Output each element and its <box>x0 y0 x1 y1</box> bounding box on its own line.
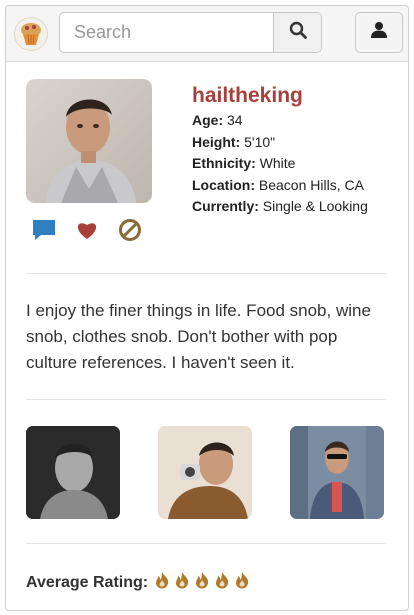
detail-label: Ethnicity: <box>192 155 256 171</box>
detail-value: Single & Looking <box>262 198 368 214</box>
profile-bio: I enjoy the finer things in life. Food s… <box>26 301 371 372</box>
search-button[interactable] <box>273 13 321 52</box>
heart-icon[interactable] <box>76 220 98 245</box>
rating-label: Average Rating: <box>26 573 149 591</box>
flame-icon <box>214 571 230 594</box>
gallery-photo[interactable] <box>158 426 252 519</box>
search-input[interactable] <box>60 13 276 52</box>
detail-height: Height: 5'10" <box>192 132 368 154</box>
profile-actions <box>32 218 142 247</box>
detail-age: Age: 34 <box>192 110 368 132</box>
average-rating: Average Rating: <box>26 571 250 594</box>
profile-details: Age: 34 Height: 5'10" Ethnicity: White L… <box>192 110 368 218</box>
detail-location: Location: Beacon Hills, CA <box>192 175 368 197</box>
detail-label: Age: <box>192 112 224 128</box>
gallery-photo[interactable] <box>26 426 120 519</box>
app-frame: hailtheking Age: 34 Height: 5'10" Ethnic… <box>5 5 409 611</box>
flame-icon <box>154 571 170 594</box>
user-icon <box>370 21 388 44</box>
top-navbar <box>6 6 408 62</box>
detail-label: Height: <box>192 133 241 150</box>
detail-value: White <box>259 155 296 171</box>
flame-icon <box>174 571 190 594</box>
detail-value: Beacon Hills, CA <box>258 176 364 193</box>
detail-label: Location: <box>192 176 255 193</box>
gallery-photo[interactable] <box>290 426 384 519</box>
profile-username: hailtheking <box>192 84 303 107</box>
search-icon <box>289 21 307 44</box>
search-group <box>59 12 322 53</box>
detail-value: 34 <box>227 112 243 128</box>
block-icon[interactable] <box>118 218 142 247</box>
detail-value: 5'10" <box>244 133 276 150</box>
detail-ethnicity: Ethnicity: White <box>192 153 368 175</box>
divider <box>26 273 386 274</box>
divider <box>26 399 386 400</box>
message-icon[interactable] <box>32 219 56 246</box>
profile-photo[interactable] <box>26 79 152 203</box>
rating-icons <box>154 571 250 594</box>
detail-label: Currently: <box>192 198 259 214</box>
cupcake-logo-icon[interactable] <box>14 17 48 51</box>
detail-currently: Currently: Single & Looking <box>192 196 368 218</box>
divider <box>26 543 386 544</box>
account-button[interactable] <box>355 12 403 53</box>
flame-icon <box>194 571 210 594</box>
flame-icon <box>234 571 250 594</box>
